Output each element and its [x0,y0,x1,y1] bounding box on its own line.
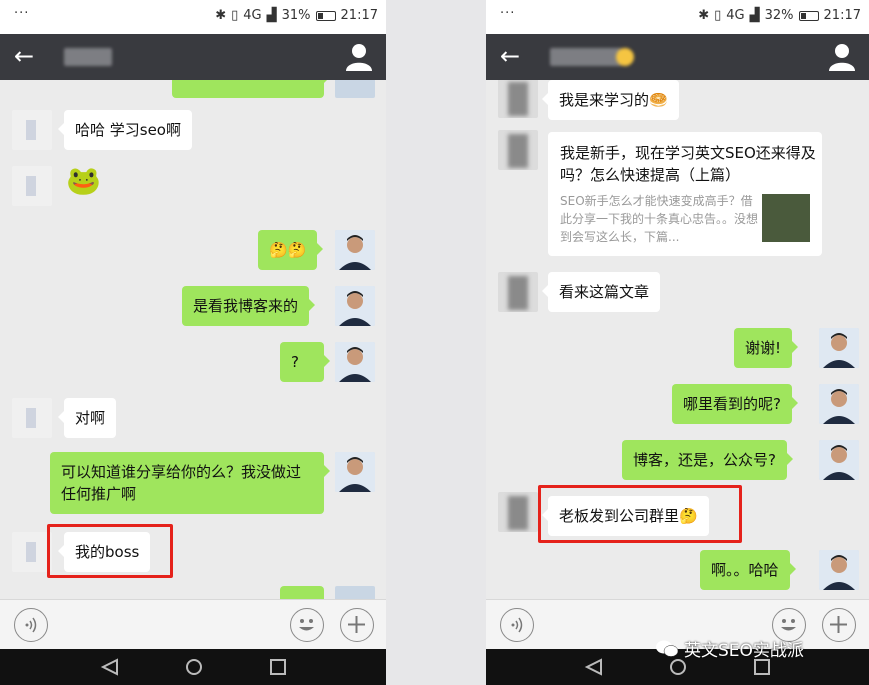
contact-avatar[interactable] [12,532,52,572]
network-label: 4G [726,8,745,23]
battery-icon [315,10,336,21]
notification-dots: ··· [500,6,516,21]
voice-icon [511,617,523,633]
my-avatar[interactable] [335,342,375,382]
bluetooth-icon: ✱ [215,8,227,23]
contact-profile-icon[interactable] [346,43,372,71]
left-chat-screen: ··· ✱ ▯ 4G ▟ 31% 21:17 ← 哈哈 学习seo啊 🐸 🤔🤔 [0,0,386,685]
watermark: 英文SEO实战派 [656,636,804,661]
message-list[interactable]: 哈哈 学习seo啊 🐸 🤔🤔 是看我博客来的 ? 对啊 可以知道谁分享给你的么？… [0,80,386,599]
network-label: 4G [243,8,262,23]
vibrate-icon: ▯ [714,8,722,23]
my-avatar[interactable] [335,286,375,326]
chat-header: ← [0,34,386,80]
nav-recents-icon[interactable] [268,658,288,676]
nav-back-icon[interactable] [584,658,604,676]
my-avatar[interactable] [819,384,859,424]
voice-icon [25,617,37,633]
voice-input-button[interactable] [14,608,48,642]
status-bar: ··· ✱ ▯ 4G ▟ 31% 21:17 [0,0,386,34]
battery-icon [798,10,819,21]
signal-icon: ▟ [266,8,277,23]
my-avatar[interactable] [819,328,859,368]
more-button[interactable] [822,608,856,642]
clock: 21:17 [340,8,378,23]
screenshot-divider [386,0,486,685]
article-card[interactable]: 我是新手，现在学习英文SEO还来得及吗？怎么快速提高（上篇） SEO新手怎么才能… [548,132,822,256]
message-bubble: 哪里看到的呢? [672,384,798,424]
message-bubble: 哈哈 学习seo啊 [58,110,192,150]
contact-avatar[interactable] [12,398,52,438]
my-avatar[interactable] [819,550,859,590]
plus-icon [830,616,847,633]
status-bar: ··· ✱ ▯ 4G ▟ 32% 21:17 [486,0,869,34]
message-bubble: 谢谢! [734,328,799,368]
my-avatar[interactable] [335,452,375,492]
article-thumbnail [762,194,810,242]
plus-icon [348,616,365,633]
battery-percent: 31% [281,8,311,23]
contact-name-blurred [550,48,634,66]
contact-avatar[interactable] [498,272,538,312]
message-bubble: 是看我博客来的 [182,286,316,326]
message-bubble-cropped [280,586,324,599]
battery-percent: 32% [764,8,794,23]
message-bubble: ? [280,342,330,382]
contact-avatar[interactable] [498,492,538,532]
my-avatar[interactable] [335,586,375,599]
article-card-description: SEO新手怎么才能快速变成高手？借此分享一下我的十条真心忠告。。没想到会写这么长… [560,194,759,244]
watermark-text: 英文SEO实战派 [684,641,804,661]
voice-input-button[interactable] [500,608,534,642]
my-avatar[interactable] [335,230,375,270]
my-avatar[interactable] [819,440,859,480]
smiley-icon [299,619,314,631]
bluetooth-icon: ✱ [698,8,710,23]
back-arrow-icon[interactable]: ← [14,43,42,71]
message-bubble: 我是来学习的🥯 [542,80,679,120]
back-arrow-icon[interactable]: ← [500,43,528,71]
message-list[interactable]: 我是来学习的🥯 我是新手，现在学习英文SEO还来得及吗？怎么快速提高（上篇） S… [486,80,869,599]
contact-avatar[interactable] [12,166,52,206]
emoji-button[interactable] [290,608,324,642]
message-bubble: 啊。。哈哈 [700,550,796,590]
highlight-box [47,524,173,578]
vibrate-icon: ▯ [231,8,239,23]
message-bubble: 可以知道谁分享给你的么？我没做过任何推广啊 [50,452,330,514]
signal-icon: ▟ [749,8,760,23]
contact-profile-icon[interactable] [829,43,855,71]
right-chat-screen: ··· ✱ ▯ 4G ▟ 32% 21:17 ← 我是来学习的🥯 我是新手，现在… [486,0,869,685]
contact-avatar[interactable] [498,80,538,118]
nav-back-icon[interactable] [100,658,120,676]
input-bar [0,599,386,649]
message-bubble-cropped [172,80,330,98]
message-bubble: 看来这篇文章 [541,272,661,312]
contact-avatar[interactable] [12,110,52,150]
more-button[interactable] [340,608,374,642]
message-bubble: 对啊 [57,398,117,438]
wechat-logo-icon [656,640,678,657]
contact-avatar[interactable] [498,130,538,170]
message-bubble: 🤔🤔 [258,230,324,270]
nav-home-icon[interactable] [184,658,204,676]
message-bubble: 博客，还是，公众号? [622,440,793,480]
frog-sticker: 🐸 [66,164,101,197]
android-nav-bar [0,649,386,685]
highlight-box [538,485,742,543]
chat-header: ← [486,34,869,80]
contact-name-blurred [64,48,112,66]
notification-dots: ··· [14,6,30,21]
my-avatar[interactable] [335,80,375,98]
clock: 21:17 [823,8,861,23]
article-card-title: 我是新手，现在学习英文SEO还来得及吗？怎么快速提高（上篇） [560,144,816,184]
